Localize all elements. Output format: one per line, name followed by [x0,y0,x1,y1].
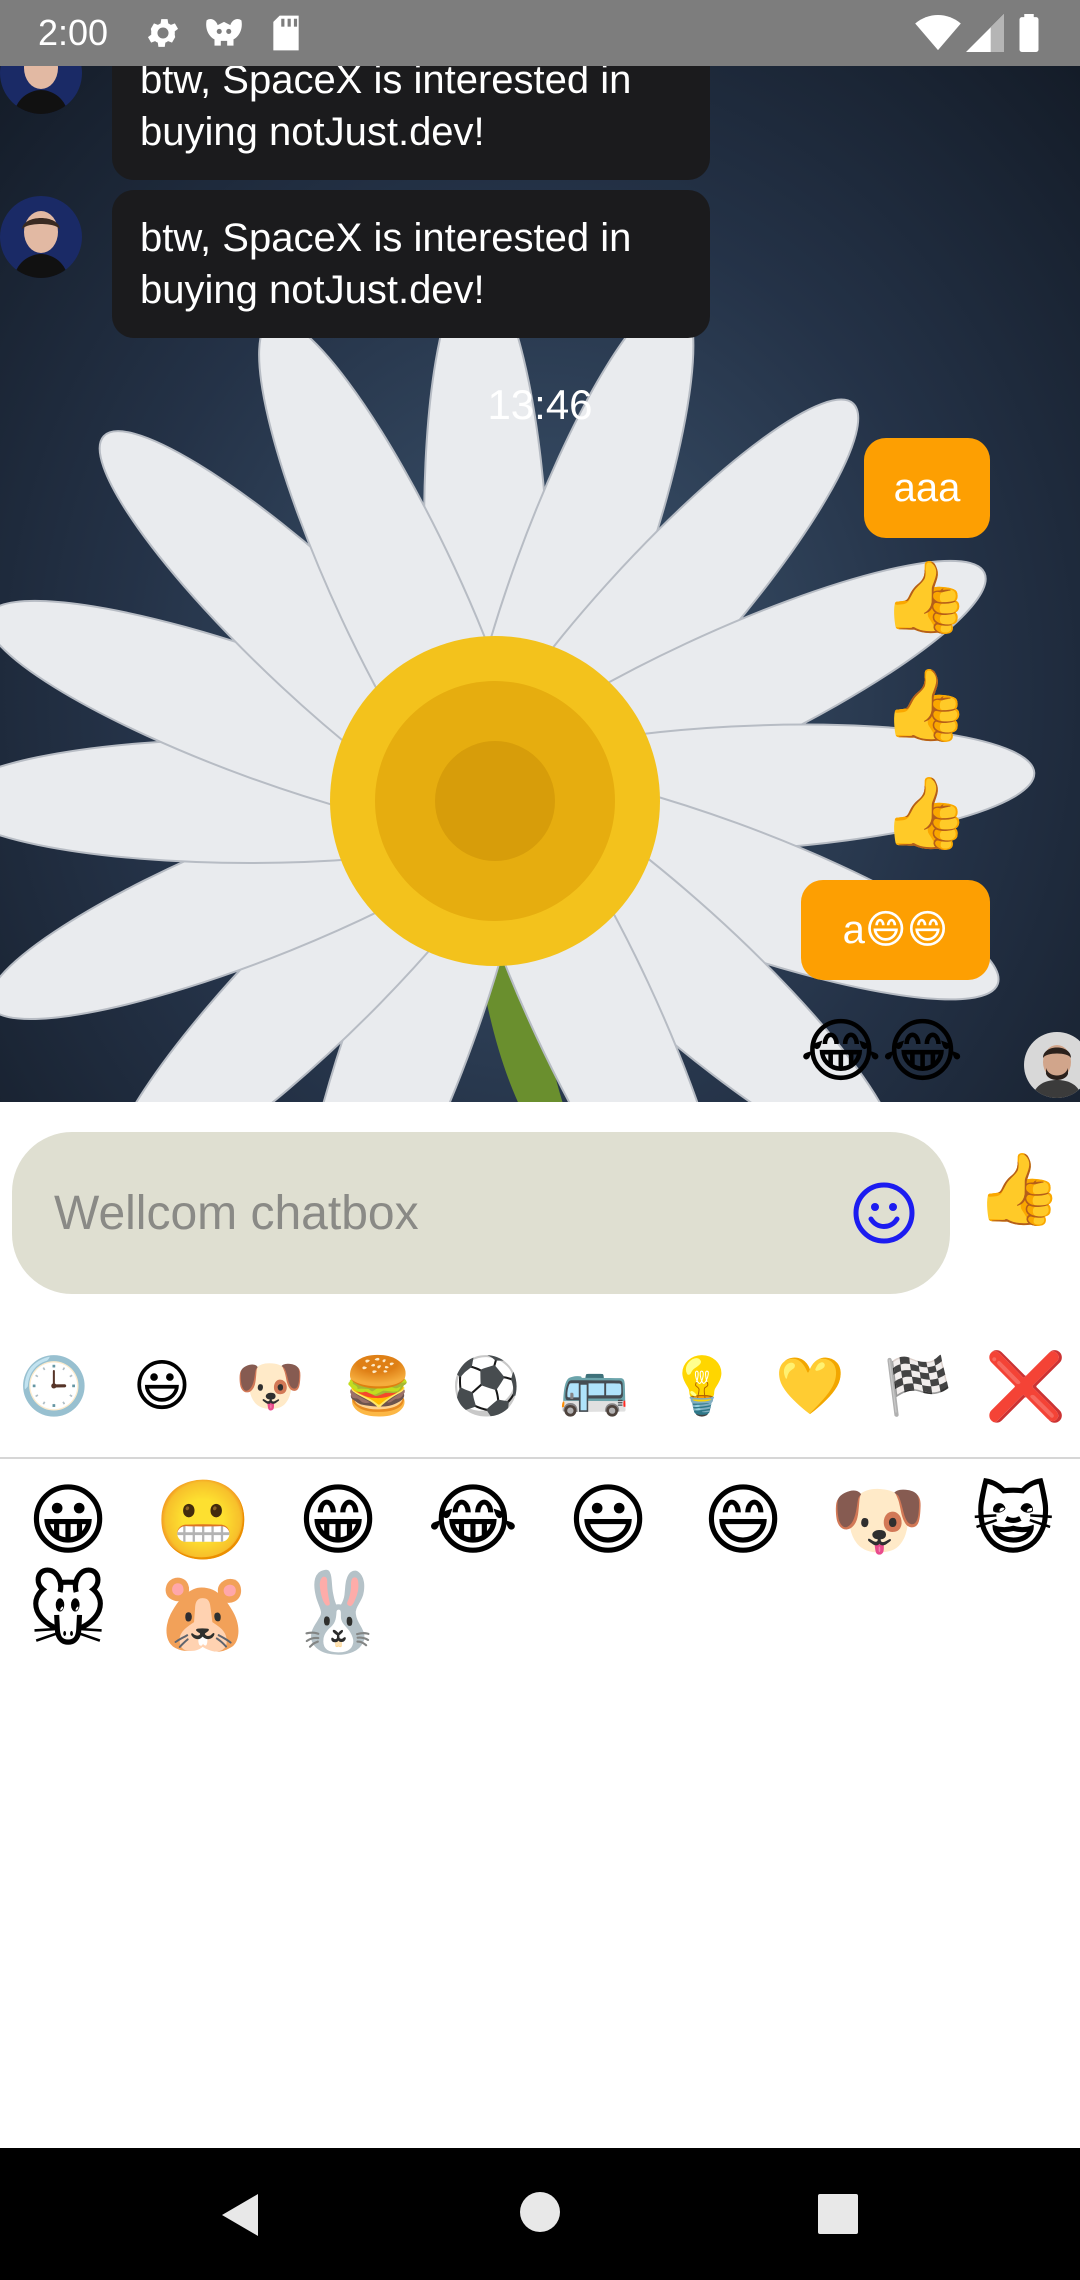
notification-app-icon [206,19,242,46]
outgoing-emoji-message[interactable]: 👍 [882,670,969,740]
divider [0,1457,1080,1459]
emoji-category-bar: 🕒 😃 🐶 🍔 ⚽ 🚌 💡 💛 🏁 ❌ [0,1338,1080,1438]
smiley-icon[interactable] [852,1181,916,1245]
category-smileys-tab[interactable]: 😃 [117,1338,207,1434]
emoji-item[interactable]: 😺 [963,1470,1063,1570]
message-time-label: 13:46 [487,381,593,428]
category-travel-tab[interactable]: 🚌 [549,1338,639,1434]
emoji-item[interactable]: 😃 [558,1470,658,1570]
settings-icon [147,19,179,47]
back-icon[interactable] [214,2190,264,2240]
category-animals-tab[interactable]: 🐶 [225,1338,315,1434]
recents-icon[interactable] [816,2192,860,2236]
category-food-tab[interactable]: 🍔 [333,1338,423,1434]
emoji-item[interactable]: 🐶 [828,1470,928,1570]
emoji-item[interactable]: 😬 [153,1470,253,1570]
category-objects-tab[interactable]: 💡 [657,1338,747,1434]
sender-avatar[interactable] [0,196,82,278]
signal-icon [966,14,1004,52]
emoji-item[interactable]: 😀 [18,1470,118,1570]
chat-area[interactable]: btw, SpaceX is interested in buying notJ… [0,66,1080,1102]
sd-card-icon [273,15,299,51]
system-nav-bar [0,2148,1080,2280]
emoji-item[interactable]: 😄 [693,1470,793,1570]
message-bubble[interactable]: btw, SpaceX is interested in buying notJ… [112,66,710,180]
status-bar: 2:00 [0,0,1080,66]
outgoing-emoji-message[interactable]: 👍 [882,778,969,848]
outgoing-message-bubble[interactable]: aaa [864,438,990,538]
outgoing-emoji-message[interactable]: 👍 [882,562,969,632]
category-flags-tab[interactable]: 🏁 [873,1338,963,1434]
message-composer: 👍 [0,1102,1080,1322]
emoji-item[interactable]: 🐹 [153,1562,253,1662]
status-time: 2:00 [38,12,109,53]
emoji-item[interactable]: 🐰 [288,1562,388,1662]
emoji-item[interactable]: 🐭 [18,1562,118,1662]
emoji-item[interactable]: 😂 [423,1470,523,1570]
battery-icon [1019,14,1039,52]
category-recent-tab[interactable]: 🕒 [9,1338,99,1434]
close-emoji-picker-button[interactable]: ❌ [981,1338,1071,1434]
wifi-icon [915,14,961,51]
home-icon[interactable] [518,2190,562,2234]
message-bubble[interactable]: btw, SpaceX is interested in buying notJ… [112,190,710,338]
message-input[interactable] [52,1172,816,1254]
message-input-container[interactable] [12,1132,950,1294]
send-like-button[interactable]: 👍 [975,1154,1062,1224]
emoji-item[interactable]: 😁 [288,1470,388,1570]
outgoing-emoji-message[interactable]: 😂😂 [800,1016,964,1086]
category-activities-tab[interactable]: ⚽ [441,1338,531,1434]
category-symbols-tab[interactable]: 💛 [765,1338,855,1434]
outgoing-message-bubble[interactable]: a😄😄 [801,880,990,980]
